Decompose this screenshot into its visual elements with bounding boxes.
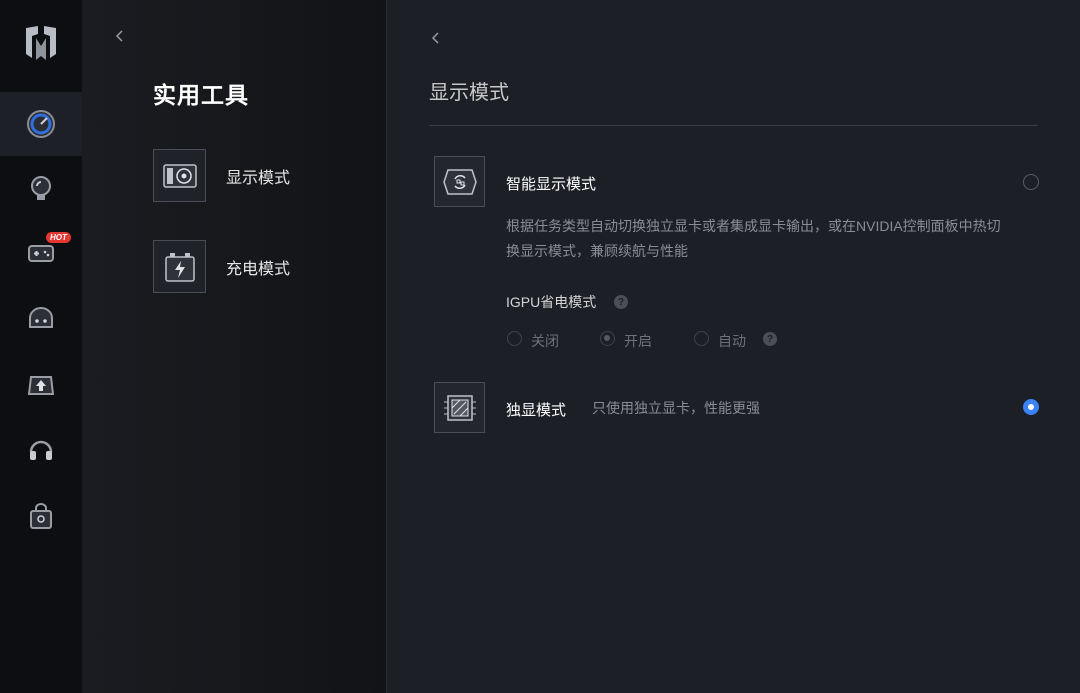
battery-charge-icon [153,240,206,293]
dgpu-mode-title: 独显模式 [506,402,567,419]
brand-logo-icon [24,24,58,62]
chevron-left-icon [431,32,439,44]
divider [429,125,1038,126]
tool-charge-mode[interactable]: 充电模式 [153,240,290,293]
rail-item-lighting[interactable] [0,156,82,220]
rail-item-store[interactable] [0,484,82,548]
igpu-choice-off: 关闭 [531,333,559,349]
shopping-bag-icon [30,503,52,529]
headset-icon [29,440,53,460]
gpu-card-icon [153,149,206,202]
tool-display-mode[interactable]: 显示模式 [153,149,290,202]
smart-mode-radio[interactable] [1023,174,1039,190]
smart-mode-icon [434,156,485,207]
igpu-radio-off[interactable] [507,331,522,346]
upload-box-icon [27,376,55,395]
rail-item-audio[interactable] [0,418,82,482]
rail-item-performance[interactable] [0,92,82,156]
rail-item-assistant[interactable] [0,288,82,352]
hot-badge: HOT [46,232,71,243]
dgpu-mode-radio[interactable] [1023,399,1039,415]
back-button[interactable] [428,30,444,46]
smart-mode-title: 智能显示模式 [506,176,597,193]
rail-item-games[interactable] [0,220,82,284]
page-title: 显示模式 [429,82,509,104]
back-button[interactable] [112,28,128,44]
dgpu-chip-icon [434,382,485,433]
smart-mode-desc-line1: 根据任务类型自动切换独立显卡或者集成显卡输出，或在NVIDIA控制面板中热切 [506,218,1001,234]
left-rail: HOT [0,0,82,693]
panel-title: 实用工具 [153,82,249,108]
help-icon[interactable]: ? [763,332,777,346]
chat-bot-icon [29,307,53,328]
rail-item-update[interactable] [0,352,82,416]
igpu-label: IGPU省电模式 [506,294,597,310]
display-mode-panel: 显示模式 智能显示模式 根据任务类型自动切换独立显卡或者集成显卡输出，或在NVI… [388,0,1080,693]
igpu-choice-auto: 自动 [718,333,746,349]
help-icon[interactable]: ? [614,295,628,309]
smart-mode-desc-line2: 换显示模式，兼顾续航与性能 [506,243,688,259]
igpu-radio-auto[interactable] [694,331,709,346]
tool-label: 充电模式 [226,260,291,278]
utility-panel: 实用工具 显示模式 充电模式 [82,0,387,693]
lightbulb-icon [31,176,51,200]
dgpu-mode-desc: 只使用独立显卡，性能更强 [592,400,760,416]
tool-label: 显示模式 [226,169,291,187]
speedometer-icon [27,110,55,138]
chevron-left-icon [115,30,123,42]
igpu-radio-on[interactable] [600,331,615,346]
igpu-choice-on: 开启 [624,333,652,349]
